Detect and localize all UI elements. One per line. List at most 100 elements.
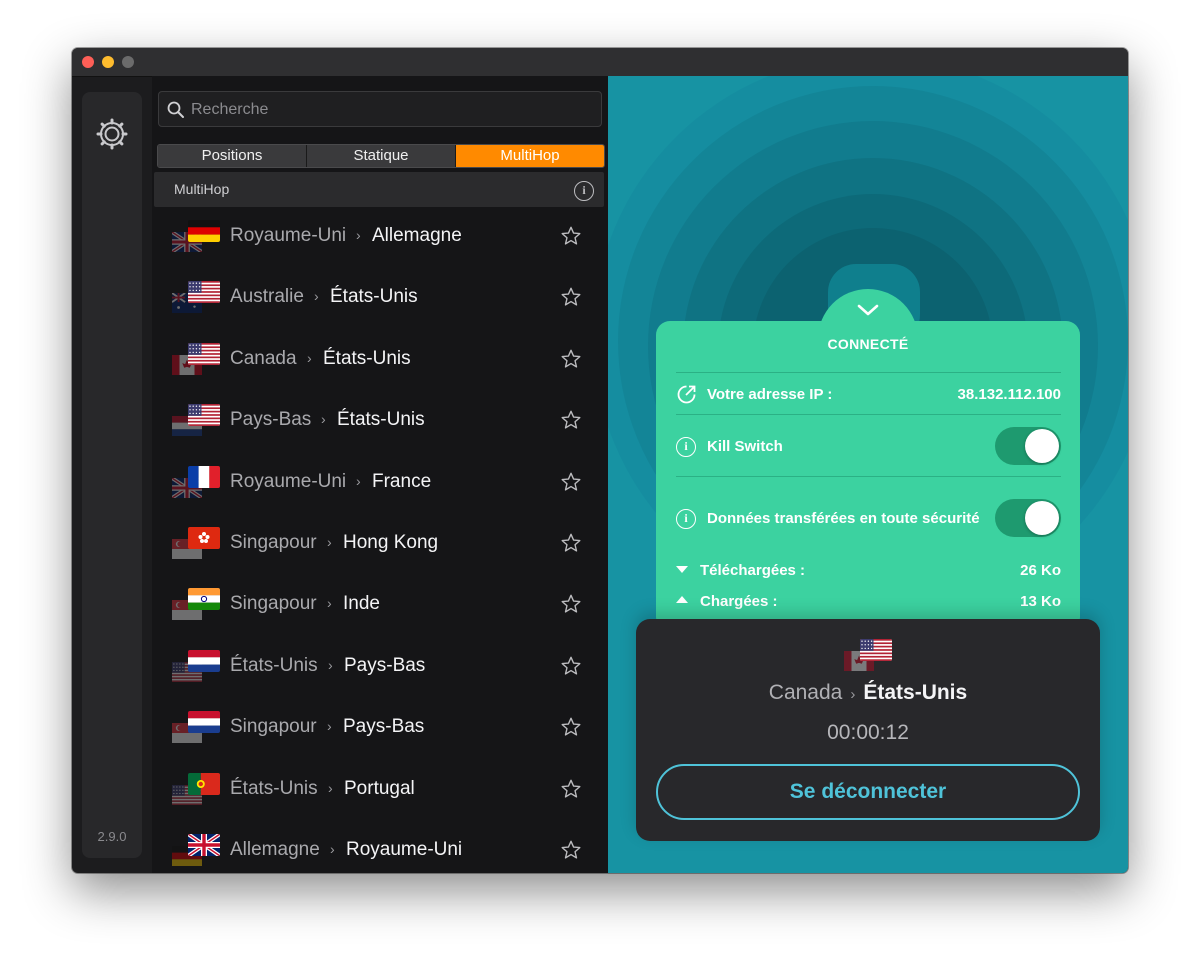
- upload-value: 13 Ko: [1020, 593, 1061, 610]
- app-version: 2.9.0: [97, 829, 127, 844]
- chevron-right-icon: ›: [321, 411, 326, 428]
- star-icon[interactable]: [560, 409, 582, 431]
- location-flags: [172, 711, 222, 745]
- location-row[interactable]: Royaume-Uni › France: [152, 452, 608, 513]
- location-from: États-Unis: [230, 654, 318, 676]
- side-rail: 2.9.0: [82, 92, 142, 858]
- location-row[interactable]: Allemagne › Royaume-Uni: [152, 820, 608, 873]
- star-icon[interactable]: [560, 532, 582, 554]
- tab-statique[interactable]: Statique: [307, 145, 456, 167]
- status-card: CONNECTÉ Votre adresse IP : 38.132.112.1…: [656, 289, 1080, 631]
- chevron-right-icon: ›: [356, 472, 361, 489]
- tab-positions[interactable]: Positions: [158, 145, 307, 167]
- fr-flag-icon: [188, 465, 220, 488]
- connection-flags: [844, 639, 894, 673]
- location-row[interactable]: Australie › États-Unis: [152, 267, 608, 328]
- download-value: 26 Ko: [1020, 562, 1061, 579]
- star-icon[interactable]: [560, 286, 582, 308]
- zoom-window-button[interactable]: [122, 56, 134, 68]
- star-icon[interactable]: [560, 348, 582, 370]
- location-list: Royaume-Uni › Allemagne Australie › États-Uni…: [152, 206, 608, 873]
- secure-data-toggle[interactable]: [995, 499, 1061, 537]
- location-to: Hong Kong: [343, 532, 439, 553]
- location-to: Pays-Bas: [343, 716, 425, 738]
- location-from: Australie: [230, 286, 304, 308]
- location-tabs: Positions Statique MultiHop: [157, 144, 605, 168]
- star-icon[interactable]: [560, 839, 582, 861]
- location-to: États-Unis: [337, 409, 425, 431]
- search-box[interactable]: [158, 91, 602, 128]
- divider: [676, 476, 1061, 477]
- location-row[interactable]: États-Unis › Pays-Bas: [152, 636, 608, 697]
- connection-card: Canada › États-Unis 00:00:12 Se déconnecte…: [636, 619, 1100, 841]
- connection-to: États-Unis: [863, 681, 968, 704]
- location-flags: [172, 772, 222, 807]
- location-row[interactable]: États-Unis › Portugal: [152, 759, 608, 820]
- connection-panel: CONNECTÉ Votre adresse IP : 38.132.112.1…: [608, 76, 1128, 873]
- location-flags: [172, 588, 222, 622]
- info-icon[interactable]: i: [574, 181, 594, 201]
- chevron-right-icon: ›: [850, 686, 856, 703]
- nl-flag-icon: [188, 711, 220, 734]
- location-from: Singapour: [230, 593, 317, 615]
- location-flags: [172, 834, 222, 868]
- pt-flag-icon: [188, 772, 220, 795]
- uk-flag-icon: [188, 834, 220, 856]
- chevron-down-icon[interactable]: [856, 303, 880, 317]
- chevron-right-icon: ›: [314, 288, 319, 305]
- location-row[interactable]: Singapour › Pays-Bas: [152, 697, 608, 758]
- location-from: Canada: [230, 347, 297, 369]
- star-icon[interactable]: [560, 471, 582, 493]
- chevron-right-icon: ›: [327, 534, 332, 550]
- star-icon[interactable]: [560, 716, 582, 738]
- star-icon[interactable]: [560, 778, 582, 800]
- toggle-knob: [1025, 501, 1059, 535]
- nl-flag-icon: [188, 649, 220, 672]
- star-icon[interactable]: [560, 655, 582, 677]
- location-from: Pays-Bas: [230, 409, 312, 431]
- search-input[interactable]: [189, 92, 593, 128]
- location-to: Portugal: [344, 777, 415, 799]
- location-to: États-Unis: [330, 286, 418, 308]
- location-flags: [170, 465, 222, 500]
- chevron-right-icon: ›: [307, 349, 312, 366]
- info-icon[interactable]: i: [676, 437, 696, 457]
- info-icon[interactable]: i: [676, 509, 696, 529]
- location-from: États-Unis: [230, 777, 318, 799]
- kill-switch-toggle[interactable]: [995, 427, 1061, 465]
- connection-status: CONNECTÉ: [827, 336, 909, 352]
- app-window: 2.9.0 Positions Statique MultiHop MultiH…: [72, 48, 1128, 873]
- location-flags: [172, 342, 222, 377]
- divider: [676, 372, 1061, 373]
- star-icon[interactable]: [560, 225, 582, 247]
- location-from: Singapour: [230, 716, 317, 738]
- location-from: Singapour: [230, 532, 317, 553]
- tab-multihop[interactable]: MultiHop: [456, 145, 604, 167]
- secure-data-label: Données transférées en toute sécurité: [707, 510, 980, 527]
- us-flag-icon: [188, 281, 220, 304]
- location-row[interactable]: Singapour › Hong Kong: [152, 513, 608, 574]
- de-flag-icon: [188, 220, 220, 242]
- close-window-button[interactable]: [82, 56, 94, 68]
- location-row[interactable]: Canada › États-Unis: [152, 329, 608, 390]
- us-flag-icon: [860, 639, 892, 661]
- location-to: États-Unis: [323, 347, 411, 369]
- upload-arrow-icon: [676, 596, 688, 603]
- disconnect-button[interactable]: Se déconnecter: [656, 764, 1080, 820]
- kill-switch-label: Kill Switch: [707, 438, 783, 455]
- gear-icon[interactable]: [96, 118, 128, 150]
- location-to: Allemagne: [372, 225, 462, 246]
- location-panel: Positions Statique MultiHop MultiHop i R…: [152, 76, 608, 873]
- location-row[interactable]: Pays-Bas › États-Unis: [152, 390, 608, 451]
- location-flags: [172, 649, 222, 684]
- title-bar: [72, 48, 1128, 77]
- connection-timer: 00:00:12: [827, 721, 909, 744]
- upload-label: Chargées :: [700, 593, 778, 610]
- section-header: MultiHop i: [154, 172, 604, 207]
- minimize-window-button[interactable]: [102, 56, 114, 68]
- in-flag-icon: [188, 588, 220, 611]
- location-row[interactable]: Royaume-Uni › Allemagne: [152, 206, 608, 267]
- external-link-icon: [677, 385, 696, 404]
- star-icon[interactable]: [560, 593, 582, 615]
- location-row[interactable]: Singapour › Inde: [152, 574, 608, 635]
